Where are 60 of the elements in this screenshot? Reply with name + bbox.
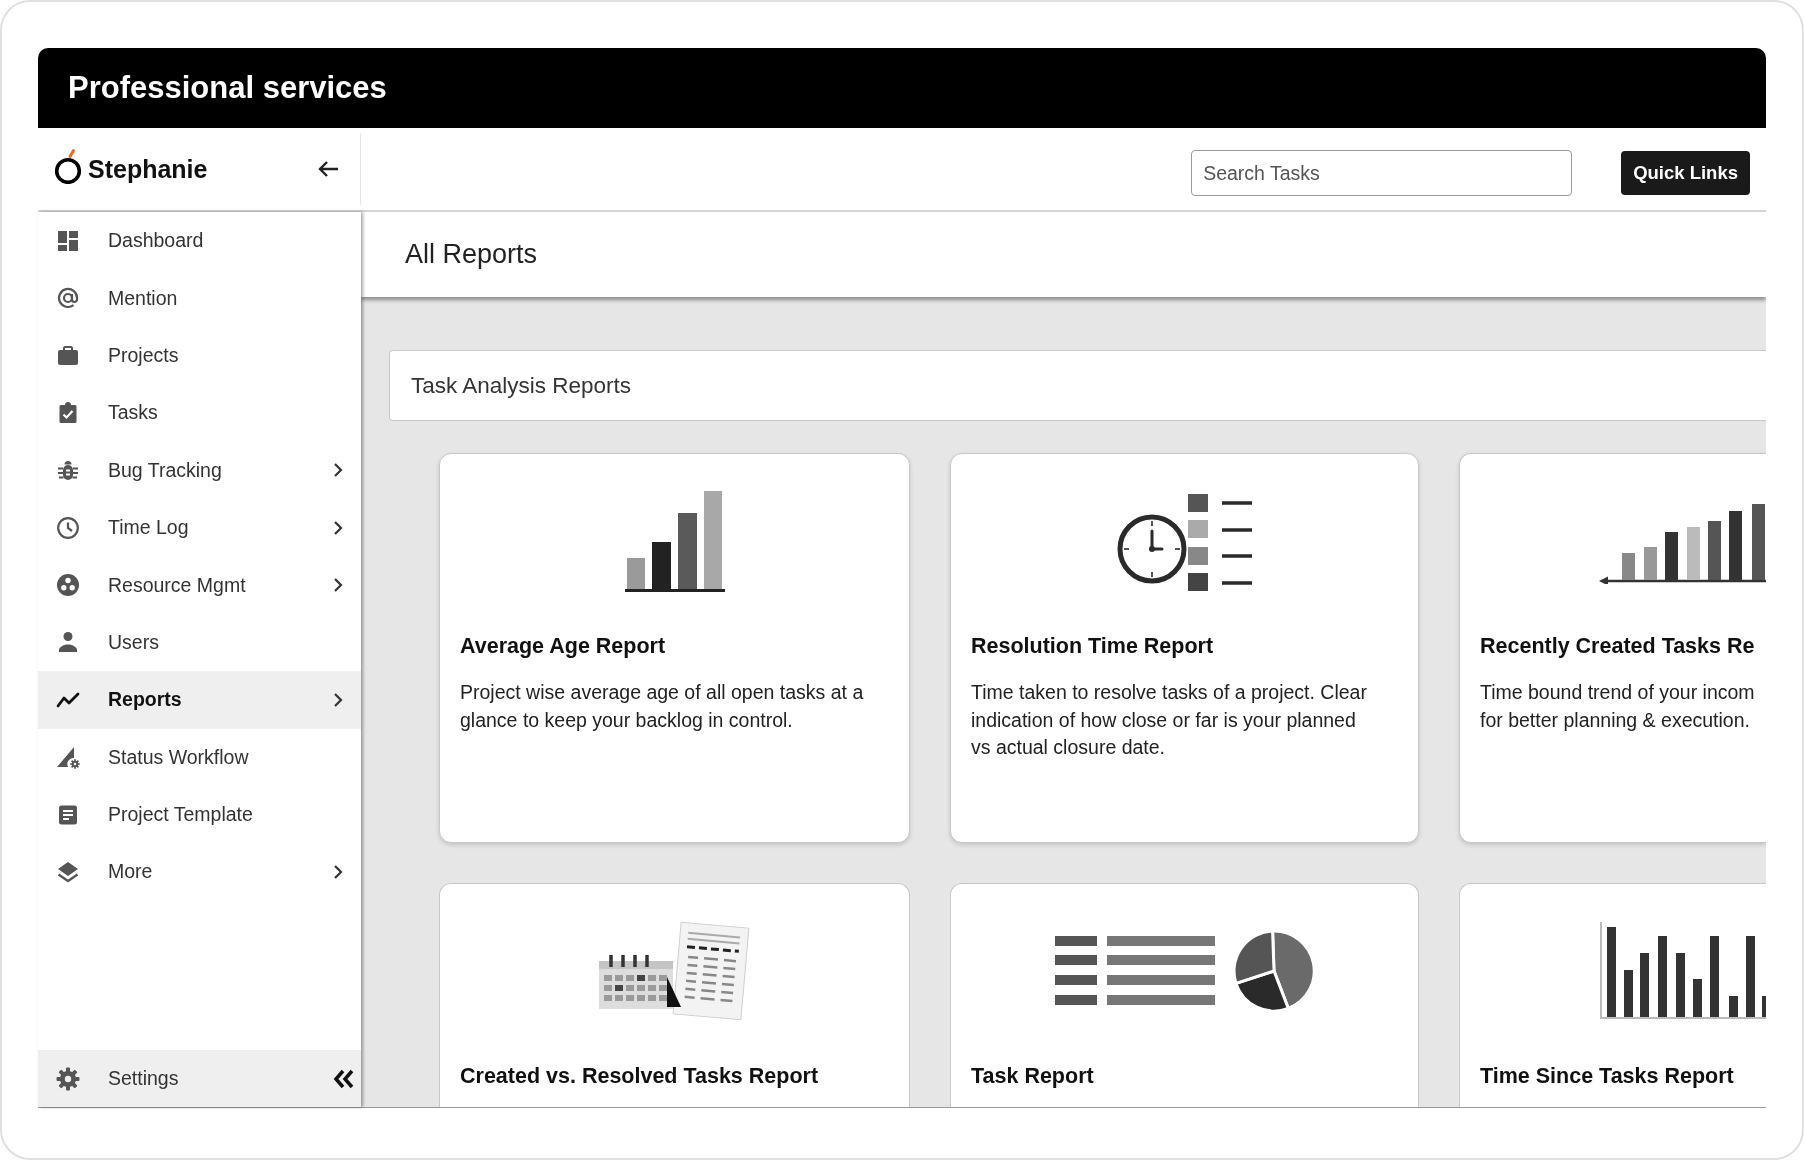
chart-bar: [1708, 521, 1721, 580]
sidebar-item[interactable]: Resource Mgmt: [38, 556, 361, 614]
sidebar-item[interactable]: Projects: [38, 326, 361, 385]
window-title: Professional services: [68, 70, 387, 106]
report-description: Project wise average age of all open tasks at a glance to keep your backlog in control.: [460, 680, 865, 733]
bug-icon: [56, 458, 80, 483]
chart-bar: [1624, 970, 1633, 1017]
sidebar-item[interactable]: Mention: [38, 269, 361, 327]
brand-name: Stephanie: [88, 154, 208, 184]
sidebar-item[interactable]: Dashboard: [38, 212, 361, 270]
chart-bar: [1644, 547, 1657, 580]
report-title: Time Since Tasks Report: [1480, 1063, 1735, 1090]
page-title: All Reports: [405, 239, 538, 270]
chart-bar: [1665, 532, 1678, 580]
sidebar-item[interactable]: Reports: [38, 671, 361, 729]
sidebar-item[interactable]: Project Template: [38, 785, 361, 844]
chart-bar: [1687, 527, 1700, 580]
report-card[interactable]: Recently Created Tasks Re Time bound trend of your incom for better planning & execution.: [1459, 453, 1766, 843]
section-title: Task Analysis Reports: [411, 372, 632, 399]
triangle-gear-icon: [56, 745, 80, 770]
report-card[interactable]: Time Since Tasks Report: [1459, 883, 1766, 1107]
search-field[interactable]: Search Tasks: [1191, 150, 1573, 196]
report-card[interactable]: Created vs. Resolved Tasks Report: [439, 883, 910, 1107]
sidebar-item[interactable]: Time Log: [38, 498, 361, 557]
collapse-sidebar-icon[interactable]: [332, 1068, 356, 1089]
report-title: Created vs. Resolved Tasks Report: [460, 1063, 820, 1090]
sidebar-item[interactable]: Bug Tracking: [38, 441, 361, 499]
report-title: Recently Created Tasks Re: [1480, 633, 1756, 660]
person-icon: [56, 630, 80, 655]
sidebar-item[interactable]: Tasks: [38, 384, 361, 442]
report-title: Average Age Report: [460, 633, 667, 660]
dashboard-icon: [56, 228, 80, 253]
ring-logo-icon: [54, 148, 82, 184]
sidebar-item[interactable]: Status Workflow: [38, 728, 361, 786]
chart-bar: [651, 542, 671, 590]
chart-bar: [1729, 996, 1738, 1017]
sidebar-item[interactable]: More: [38, 843, 361, 901]
chart-bar: [626, 558, 645, 590]
three-dots-circle-icon: [56, 573, 80, 598]
report-title: Task Report: [971, 1063, 1095, 1090]
report-description: Time bound trend of your incom for better planning & execution.: [1480, 680, 1756, 733]
sidebar-item[interactable]: Users: [38, 613, 361, 672]
chart-bar: [1693, 979, 1702, 1017]
report-card[interactable]: Task Report: [950, 883, 1419, 1107]
settings-button[interactable]: Settings: [56, 1066, 179, 1091]
clipboard-check-icon: [56, 400, 80, 425]
quick-links-button[interactable]: Quick Links: [1621, 151, 1750, 195]
clock-icon: [56, 515, 80, 540]
at-sign-icon: [56, 286, 80, 311]
chart-bar: [1729, 511, 1742, 580]
report-description: Time taken to resolve tasks of a project. Clear indication of how close or far is your planned vs actual closure date.: [971, 680, 1368, 760]
chart-bar: [1622, 553, 1635, 580]
briefcase-icon: [56, 343, 80, 368]
layers-icon: [56, 860, 80, 884]
report-title: Resolution Time Report: [971, 633, 1215, 660]
chart-bar: [1762, 996, 1766, 1017]
chart-bar: [1676, 953, 1685, 1017]
report-card[interactable]: Average Age Report Project wise average age of all open tasks at a glance to keep your backlog in control.: [439, 453, 910, 843]
report-card[interactable]: Resolution Time Report Time taken to resolve tasks of a project. Clear indication of how close or far is your planned vs actual closure date.: [950, 453, 1419, 843]
chart-bar: [1640, 953, 1649, 1017]
